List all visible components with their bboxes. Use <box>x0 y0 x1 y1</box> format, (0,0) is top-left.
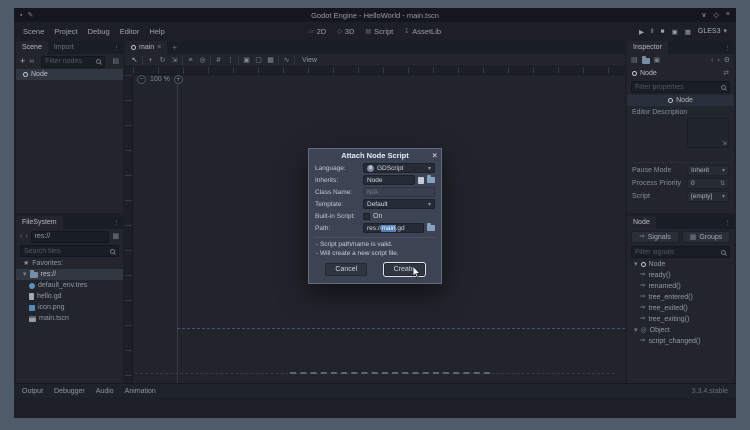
inherits-field[interactable]: Node <box>363 175 415 185</box>
dialog-title: Attach Node Script <box>341 151 409 160</box>
minimize-button[interactable]: ∨ <box>701 11 706 19</box>
play-custom-scene-button[interactable]: ▦ <box>685 28 691 36</box>
path-suffix: .gd <box>395 224 405 232</box>
class-name-label: Class Name: <box>315 188 353 196</box>
template-value: Default <box>367 200 388 208</box>
browse-folder-icon[interactable] <box>427 175 435 183</box>
pause-button[interactable]: ‖ <box>651 28 654 35</box>
inherits-label: Inherits: <box>315 176 339 184</box>
gdscript-icon: ⚙ <box>367 164 374 172</box>
browse-path-icon[interactable] <box>427 223 435 231</box>
builtin-script-label: Built-in Script: <box>315 212 356 220</box>
builtin-script-checkbox[interactable] <box>363 212 370 220</box>
path-field[interactable]: res://main .gd <box>363 223 424 233</box>
close-dialog-button[interactable]: × <box>432 149 437 162</box>
chevron-down-icon: ▾ <box>723 28 727 35</box>
renderer-dropdown[interactable]: GLES3 ▾ <box>698 28 727 35</box>
godot-editor-window: ▪ ✎ Godot Engine - HelloWorld - main.tsc… <box>14 8 736 418</box>
validation-message: - Script path/name is valid. <box>316 241 393 248</box>
play-scene-button[interactable]: ▣ <box>672 28 678 36</box>
path-prefix: res:// <box>367 224 382 232</box>
class-name-value: N/A <box>367 188 378 196</box>
builtin-script-on-label: On <box>373 212 383 220</box>
path-label: Path: <box>315 224 331 232</box>
maximize-button[interactable]: ◇ <box>714 11 719 19</box>
chevron-down-icon: ▾ <box>427 165 431 172</box>
cancel-button[interactable]: Cancel <box>325 263 368 276</box>
language-dropdown[interactable]: ⚙ GDScript ▾ <box>363 163 435 173</box>
info-message: - Will create a new script file. <box>316 250 399 257</box>
path-selected-text: main <box>381 224 396 232</box>
language-value: GDScript <box>377 164 404 172</box>
attach-script-dialog: Attach Node Script × Language: ⚙ GDScrip… <box>308 148 442 284</box>
template-label: Template: <box>315 200 344 208</box>
renderer-label: GLES3 <box>697 28 721 35</box>
inherits-value: Node <box>367 176 383 184</box>
template-dropdown[interactable]: Default ▾ <box>363 199 435 209</box>
mouse-cursor <box>412 266 421 279</box>
pick-class-icon[interactable] <box>418 176 424 184</box>
language-label: Language: <box>315 164 346 172</box>
stop-button[interactable]: ■ <box>661 28 665 35</box>
play-button[interactable]: ▶ <box>639 28 644 36</box>
chevron-down-icon: ▾ <box>427 201 431 208</box>
class-name-field: N/A <box>363 187 435 197</box>
close-window-button[interactable]: × <box>726 11 730 19</box>
